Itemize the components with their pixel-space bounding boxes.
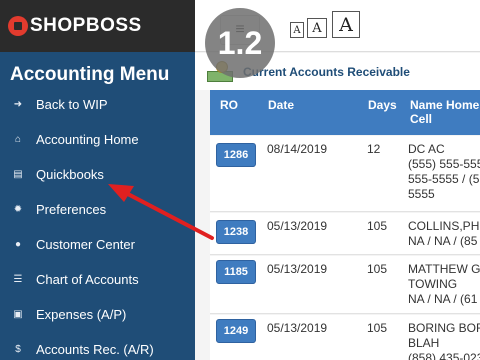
row-date: 08/14/2019	[267, 142, 328, 156]
sidebar-item-label: Expenses (A/P)	[36, 307, 127, 322]
row-name: MATTHEW G TOWING NA / NA / (61	[408, 262, 480, 306]
font-size-small-button[interactable]: A	[290, 22, 304, 38]
row-date: 05/13/2019	[267, 219, 328, 233]
row-date: 05/13/2019	[267, 262, 328, 276]
gear-icon: ✹	[13, 204, 23, 215]
sidebar-item-preferences[interactable]: ✹ Preferences	[0, 192, 195, 227]
sidebar-item-customer-center[interactable]: ● Customer Center	[0, 227, 195, 262]
column-header-date[interactable]: Date	[268, 98, 294, 112]
ro-button[interactable]: 1249	[216, 319, 256, 343]
sidebar-item-label: Preferences	[36, 202, 107, 217]
sidebar-item-chart-of-accounts[interactable]: ☰ Chart of Accounts	[0, 262, 195, 297]
dollar-icon: $	[15, 344, 21, 355]
sidebar-item-accounts-receivable[interactable]: $ Accounts Rec. (A/R)	[0, 332, 195, 360]
list-icon: ☰	[13, 274, 23, 285]
row-days: 105	[367, 321, 388, 335]
font-size-medium-button[interactable]: A	[307, 18, 327, 38]
row-days: 12	[367, 142, 381, 156]
sidebar: SHOPBOSS Accounting Menu ➜ Back to WIP ⌂…	[0, 0, 195, 360]
home-icon: ⌂	[14, 134, 22, 145]
ro-button[interactable]: 1286	[216, 143, 256, 167]
brand-bar[interactable]: SHOPBOSS	[0, 0, 195, 52]
table-row: 1249 05/13/2019 105 BORING BOR BLAH (858…	[210, 315, 480, 360]
table-row: 1286 08/14/2019 12 DC AC (555) 555-555 5…	[210, 136, 480, 212]
book-icon: ▤	[13, 169, 23, 180]
menu-title: Accounting Menu	[10, 64, 170, 85]
column-header-ro[interactable]: RO	[220, 98, 238, 112]
shopboss-logo-icon	[8, 16, 28, 36]
column-header-days[interactable]: Days	[368, 98, 397, 112]
money-icon: ▣	[13, 309, 23, 320]
ro-button[interactable]: 1238	[216, 220, 256, 244]
sidebar-item-quickbooks[interactable]: ▤ Quickbooks	[0, 157, 195, 192]
row-days: 105	[367, 262, 388, 276]
sign-out-icon: ➜	[13, 99, 23, 110]
version-badge: 1.2	[205, 8, 275, 78]
row-date: 05/13/2019	[267, 321, 328, 335]
ro-button[interactable]: 1185	[216, 260, 256, 284]
sidebar-item-label: Customer Center	[36, 237, 135, 252]
sidebar-item-label: Accounts Rec. (A/R)	[36, 342, 154, 357]
panel-title: Current Accounts Receivable	[243, 65, 410, 79]
user-icon: ●	[14, 239, 22, 250]
table-header: RO Date Days Name Home Cell	[210, 90, 480, 135]
sidebar-item-label: Accounting Home	[36, 132, 139, 147]
sidebar-item-expenses[interactable]: ▣ Expenses (A/P)	[0, 297, 195, 332]
brand-name: SHOPBOSS	[30, 15, 142, 36]
table-row: 1185 05/13/2019 105 MATTHEW G TOWING NA …	[210, 256, 480, 314]
row-name: BORING BOR BLAH (858) 435-023	[408, 321, 480, 360]
sidebar-item-accounting-home[interactable]: ⌂ Accounting Home	[0, 122, 195, 157]
sidebar-item-back-to-wip[interactable]: ➜ Back to WIP	[0, 87, 195, 122]
table-row: 1238 05/13/2019 105 COLLINS,PHI NA / NA …	[210, 213, 480, 255]
row-name: COLLINS,PHI NA / NA / (85	[408, 219, 480, 248]
row-days: 105	[367, 219, 388, 233]
row-name: DC AC (555) 555-555 555-5555 / (5 5555	[408, 142, 480, 201]
sidebar-item-label: Quickbooks	[36, 167, 104, 182]
sidebar-item-label: Back to WIP	[36, 97, 108, 112]
font-size-large-button[interactable]: A	[332, 11, 360, 38]
column-header-name[interactable]: Name Home Cell	[410, 98, 479, 126]
sidebar-item-label: Chart of Accounts	[36, 272, 139, 287]
accounting-menu: ➜ Back to WIP ⌂ Accounting Home ▤ Quickb…	[0, 87, 195, 360]
